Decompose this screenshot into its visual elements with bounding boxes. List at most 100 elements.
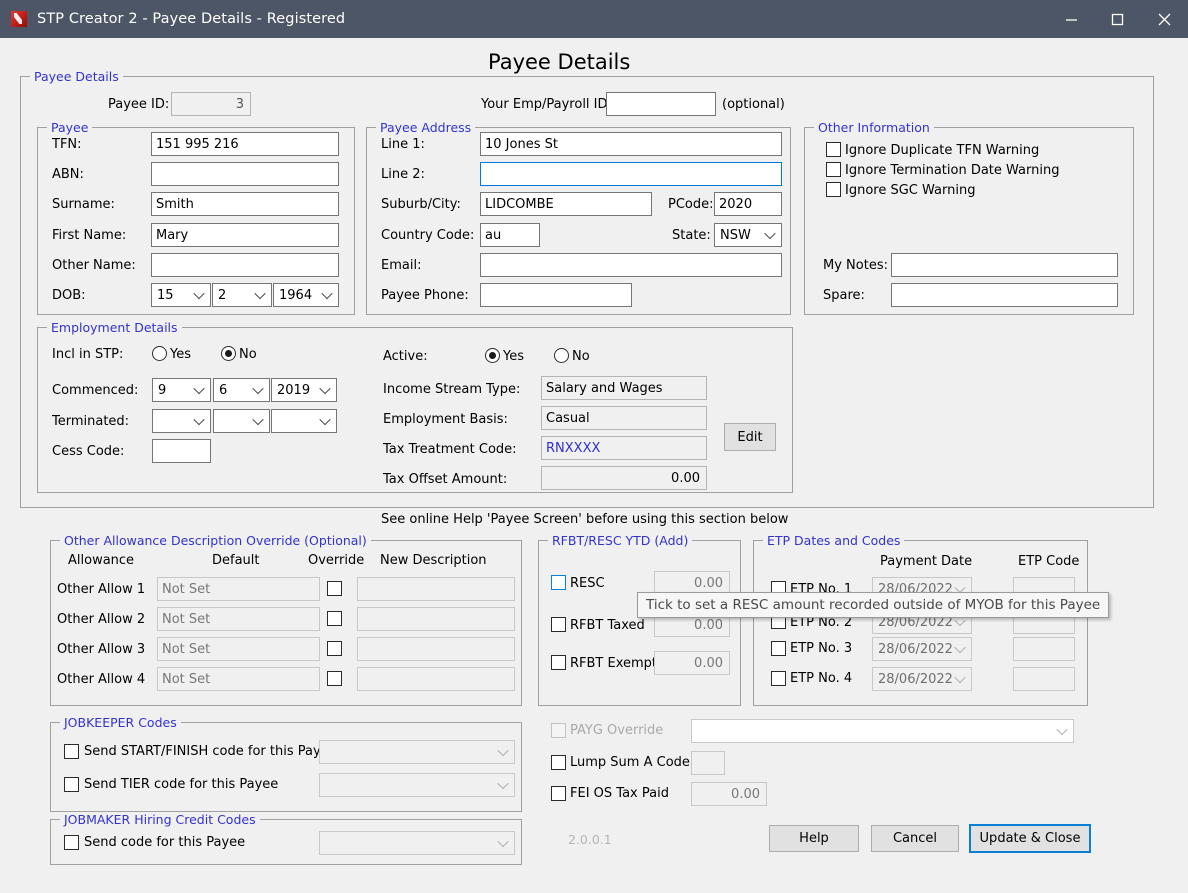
send-start-finish-code-checkbox[interactable] [64, 744, 79, 759]
other-allow-1-description[interactable] [357, 577, 515, 601]
income-stream-type-field: Salary and Wages [541, 376, 707, 400]
send-jobmaker-code-checkbox[interactable] [64, 835, 79, 850]
commenced-month-value: 6 [219, 382, 228, 398]
chevron-down-icon [956, 674, 965, 683]
maximize-icon[interactable] [1094, 0, 1140, 38]
payee-group-caption: Payee [47, 120, 93, 135]
dob-month-select[interactable]: 2 [212, 283, 272, 307]
lump-sum-a-field[interactable] [691, 751, 725, 775]
etp-4-checkbox[interactable] [771, 671, 786, 686]
pcode-field[interactable]: 2020 [714, 192, 782, 216]
cess-code-field[interactable] [152, 439, 211, 463]
etp-3-code-field[interactable] [1013, 637, 1075, 661]
commenced-month-select[interactable]: 6 [213, 378, 270, 402]
commenced-day-value: 9 [158, 382, 167, 398]
edit-tax-treatment-button[interactable]: Edit [724, 423, 776, 451]
etp-3-checkbox[interactable] [771, 641, 786, 656]
email-field[interactable] [480, 253, 782, 277]
chevron-down-icon [321, 416, 330, 425]
section-note: See online Help 'Payee Screen' before us… [381, 512, 789, 527]
incl-stp-yes-radio[interactable] [152, 346, 167, 361]
emp-payroll-id-field[interactable] [606, 92, 716, 116]
country-code-field[interactable]: au [480, 223, 540, 247]
incl-stp-no-radio[interactable] [221, 346, 236, 361]
spare-field[interactable] [891, 283, 1118, 307]
spare-label: Spare: [823, 288, 865, 303]
other-allow-2-description[interactable] [357, 607, 515, 631]
fei-os-tax-paid-checkbox[interactable] [551, 786, 566, 801]
other-allow-2-override-checkbox[interactable] [327, 611, 342, 626]
employment-basis-field: Casual [541, 406, 707, 430]
my-notes-field[interactable] [891, 253, 1118, 277]
pcode-label: PCode: [668, 197, 714, 212]
rfbt-exempt-amount-field[interactable]: 0.00 [654, 651, 730, 675]
rfbt-taxed-label: RFBT Taxed [570, 618, 645, 633]
jobkeeper-group: JOBKEEPER Codes [50, 715, 522, 812]
minimize-icon[interactable] [1048, 0, 1094, 38]
emp-payroll-id-label: Your Emp/Payroll ID: [481, 97, 612, 112]
active-yes-radio[interactable] [485, 348, 500, 363]
emp-payroll-optional-note: (optional) [722, 97, 785, 112]
payg-override-checkbox[interactable] [551, 723, 566, 738]
terminated-month-select[interactable] [213, 409, 270, 433]
other-allow-4-description[interactable] [357, 667, 515, 691]
commenced-day-select[interactable]: 9 [152, 378, 211, 402]
terminated-year-select[interactable] [271, 409, 337, 433]
rfbt-taxed-checkbox[interactable] [551, 617, 566, 632]
active-yes-label: Yes [503, 349, 524, 364]
terminated-day-select[interactable] [152, 409, 211, 433]
other-allow-3-override-checkbox[interactable] [327, 641, 342, 656]
tax-treatment-code-label: Tax Treatment Code: [383, 442, 517, 457]
ignore-termination-date-label: Ignore Termination Date Warning [845, 163, 1060, 178]
state-label: State: [672, 228, 711, 243]
jobmaker-code-select[interactable] [319, 831, 515, 855]
close-icon[interactable] [1140, 0, 1188, 38]
cancel-button[interactable]: Cancel [871, 825, 959, 852]
address-line1-field[interactable]: 10 Jones St [480, 132, 782, 156]
other-allow-1-override-checkbox[interactable] [327, 581, 342, 596]
first-name-field[interactable]: Mary [151, 223, 339, 247]
jobmaker-group-caption: JOBMAKER Hiring Credit Codes [60, 812, 260, 827]
tfn-label: TFN: [52, 137, 82, 152]
active-no-radio[interactable] [554, 348, 569, 363]
other-name-field[interactable] [151, 253, 339, 277]
rfbt-exempt-checkbox[interactable] [551, 655, 566, 670]
dob-year-select[interactable]: 1964 [273, 283, 339, 307]
suburb-field[interactable]: LIDCOMBE [480, 192, 652, 216]
etp-4-code-field[interactable] [1013, 667, 1075, 691]
chevron-down-icon [499, 747, 508, 756]
ignore-termination-date-checkbox[interactable] [826, 162, 841, 177]
jobkeeper-tier-select[interactable] [319, 773, 515, 797]
resc-checkbox[interactable] [551, 575, 566, 590]
chevron-down-icon [499, 780, 508, 789]
etp-4-date-value: 28/06/2022 [878, 671, 953, 687]
fei-os-tax-paid-field[interactable]: 0.00 [691, 782, 767, 806]
etp-3-date-select[interactable]: 28/06/2022 [872, 637, 972, 661]
commenced-year-select[interactable]: 2019 [271, 378, 337, 402]
rfbt-exempt-label: RFBT Exempt [570, 656, 658, 671]
ignore-sgc-checkbox[interactable] [826, 182, 841, 197]
jobkeeper-start-finish-select[interactable] [319, 740, 515, 764]
tfn-field[interactable]: 151 995 216 [151, 132, 339, 156]
update-and-close-button[interactable]: Update & Close [969, 824, 1091, 853]
state-select[interactable]: NSW [714, 223, 782, 247]
other-allow-4-override-checkbox[interactable] [327, 671, 342, 686]
payee-phone-field[interactable] [480, 283, 632, 307]
address-line2-field[interactable] [480, 162, 782, 186]
help-button[interactable]: Help [769, 825, 859, 852]
abn-field[interactable] [151, 162, 339, 186]
chevron-down-icon [1058, 726, 1067, 735]
other-allow-3-description[interactable] [357, 637, 515, 661]
ignore-sgc-label: Ignore SGC Warning [845, 183, 976, 198]
etp-code-column-header: ETP Code [1018, 554, 1080, 569]
send-tier-code-checkbox[interactable] [64, 777, 79, 792]
dob-day-select[interactable]: 15 [151, 283, 211, 307]
title-bar: STP Creator 2 - Payee Details - Register… [0, 0, 1188, 38]
etp-4-date-select[interactable]: 28/06/2022 [872, 667, 972, 691]
default-column-header: Default [212, 553, 260, 568]
payg-override-select[interactable] [691, 719, 1074, 743]
dob-year-value: 1964 [279, 287, 313, 303]
ignore-duplicate-tfn-checkbox[interactable] [826, 142, 841, 157]
surname-field[interactable]: Smith [151, 192, 339, 216]
lump-sum-a-checkbox[interactable] [551, 755, 566, 770]
